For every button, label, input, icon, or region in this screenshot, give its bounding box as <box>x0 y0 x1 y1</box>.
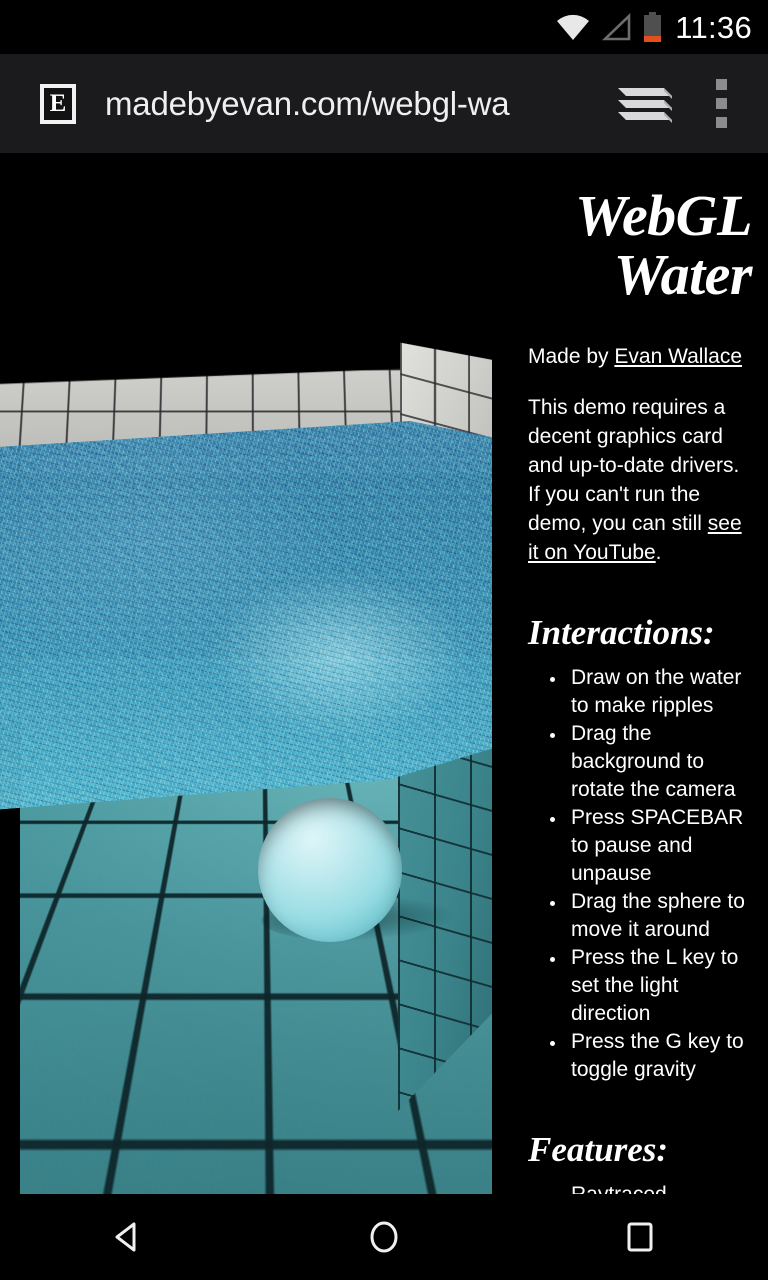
page-title: WebGL Water <box>575 183 752 307</box>
made-by-line: Made by Evan Wallace <box>528 344 752 370</box>
nav-home-button[interactable] <box>324 1194 444 1280</box>
cell-signal-icon <box>601 12 632 41</box>
status-bar-icons <box>555 11 662 43</box>
back-triangle-icon <box>115 1222 136 1252</box>
web-page-content: WebGL Water Made by Evan Wallace This de… <box>0 153 768 1194</box>
list-item: Press the G key to toggle gravity <box>567 1028 752 1084</box>
wifi-icon <box>555 13 591 41</box>
section-heading-interactions: Interactions: <box>528 613 715 652</box>
intro-text-after: . <box>655 541 662 564</box>
water-sphere[interactable] <box>258 798 402 942</box>
list-item: Drag the sphere to move it around <box>567 888 752 944</box>
section-heading-features: Features: <box>528 1130 668 1169</box>
home-circle-icon <box>370 1221 398 1253</box>
webgl-water-canvas[interactable] <box>0 153 512 1194</box>
menu-dot-icon <box>715 79 727 90</box>
android-nav-bar <box>0 1194 768 1280</box>
list-item: Press the L key to set the light directi… <box>567 944 752 1028</box>
scene-mask-edge <box>492 153 512 1194</box>
site-favicon: E <box>40 83 76 124</box>
status-bar: 11:36 <box>0 0 768 54</box>
page-sidebar: WebGL Water Made by Evan Wallace This de… <box>512 153 768 1194</box>
author-link[interactable]: Evan Wallace <box>614 345 742 368</box>
list-item: Drag the background to rotate the camera <box>567 720 752 804</box>
list-item: Draw on the water to make ripples <box>567 664 752 720</box>
nav-back-button[interactable] <box>68 1194 188 1280</box>
overflow-menu-button[interactable] <box>698 72 744 136</box>
status-clock: 11:36 <box>675 9 752 45</box>
tabs-button[interactable] <box>610 74 676 134</box>
interactions-list: Draw on the water to make ripples Drag t… <box>528 664 752 1084</box>
battery-icon <box>643 11 662 43</box>
url-bar[interactable]: madebyevan.com/webgl-wa <box>105 85 610 123</box>
features-list: Raytraced reflections and <box>528 1181 752 1194</box>
list-item: Raytraced reflections and <box>567 1181 752 1194</box>
nav-recents-button[interactable] <box>580 1194 700 1280</box>
list-item: Press SPACEBAR to pause and unpause <box>567 804 752 888</box>
water-surface-ripples <box>0 421 512 811</box>
menu-dot-icon <box>715 98 727 109</box>
browser-toolbar: E madebyevan.com/webgl-wa <box>0 54 768 153</box>
recents-square-icon <box>627 1222 653 1252</box>
menu-dot-icon <box>715 117 727 128</box>
intro-paragraph: This demo requires a decent graphics car… <box>528 393 752 567</box>
made-by-prefix: Made by <box>528 345 615 368</box>
